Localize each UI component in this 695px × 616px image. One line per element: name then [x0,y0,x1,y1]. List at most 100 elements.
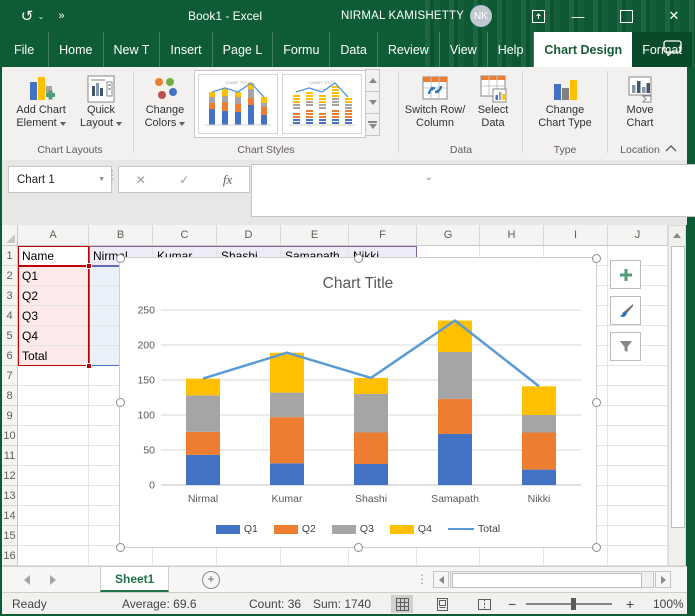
row-header-11[interactable]: 11 [2,446,18,466]
undo-dropdown-icon[interactable]: ⌄ [36,0,46,32]
sheet-nav-right-icon[interactable] [50,575,56,585]
legend-item-Q3[interactable]: Q3 [332,523,374,535]
account-name[interactable]: NIRMAL KAMISHETTY [340,0,465,32]
cell-A11[interactable] [18,446,89,466]
new-sheet-button[interactable]: + [202,571,220,589]
tab-view[interactable]: View [440,32,488,67]
row-header-15[interactable]: 15 [2,526,18,546]
cell-A1[interactable]: Name [18,246,89,266]
cell-A3[interactable]: Q2 [18,286,89,306]
row-header-2[interactable]: 2 [2,266,18,286]
zoom-in-button[interactable]: + [626,593,634,615]
cell-A4[interactable]: Q3 [18,306,89,326]
row-header-6[interactable]: 6 [2,346,18,366]
hscroll-left-icon[interactable] [433,571,449,588]
chart-selection-handle[interactable] [116,543,125,552]
chart-object[interactable]: 050100150200250Chart TitleNirmalKumarSha… [119,257,597,548]
row-header-5[interactable]: 5 [2,326,18,346]
gallery-more-button[interactable] [365,113,380,136]
column-header-G[interactable]: G [417,225,480,246]
tab-chart-design[interactable]: Chart Design [534,32,632,67]
tab-help[interactable]: Help [488,32,535,67]
column-header-F[interactable]: F [349,225,417,246]
hscroll-right-icon[interactable] [655,571,671,588]
chart-selection-handle[interactable] [592,398,601,407]
tab-page-l[interactable]: Page L [213,32,274,67]
row-header-9[interactable]: 9 [2,406,18,426]
name-box-caret-icon[interactable]: ▼ [98,176,105,183]
cell-A5[interactable]: Q4 [18,326,89,346]
row-header-4[interactable]: 4 [2,306,18,326]
status-average[interactable]: Average: 69.6 [122,593,197,615]
tab-file[interactable]: File [0,32,49,67]
cell-A10[interactable] [18,426,89,446]
status-sum[interactable]: Sum: 1740 [313,593,371,615]
tab-review[interactable]: Review [378,32,440,67]
cell-A7[interactable] [18,366,89,386]
chart-filters-button[interactable] [610,332,641,361]
change-colors-button[interactable]: Change Colors [138,70,192,130]
sheet-nav-left-icon[interactable] [24,575,30,585]
insert-function-icon[interactable]: fx [223,172,232,188]
status-count[interactable]: Count: 36 [249,593,301,615]
minimize-button[interactable]: — [564,0,592,32]
chart-selection-handle[interactable] [354,254,363,263]
legend-item-Q1[interactable]: Q1 [216,523,258,535]
horizontal-scroll-thumb[interactable] [452,573,642,588]
name-box[interactable]: Chart 1 ▼ [8,166,112,193]
cell-A12[interactable] [18,466,89,486]
cell-J14[interactable] [608,506,668,526]
cell-A13[interactable] [18,486,89,506]
cancel-icon[interactable]: ✕ [136,173,146,187]
column-header-C[interactable]: C [153,225,217,246]
comments-icon[interactable] [663,40,683,56]
zoom-level[interactable]: 100% [653,593,684,615]
cell-J15[interactable] [608,526,668,546]
move-chart-button[interactable]: Move Chart [612,70,668,130]
avatar[interactable]: NK [470,5,492,27]
change-chart-type-button[interactable]: Change Chart Type [530,70,600,130]
zoom-slider-thumb[interactable] [571,598,576,610]
row-header-16[interactable]: 16 [2,546,18,566]
column-header-D[interactable]: D [217,225,281,246]
undo-icon[interactable]: ↺ [16,0,38,32]
scroll-up-icon[interactable] [669,226,685,244]
cell-J7[interactable] [608,366,668,386]
cell-A2[interactable]: Q1 [18,266,89,286]
cell-A14[interactable] [18,506,89,526]
normal-view-button[interactable] [391,595,413,613]
formula-input[interactable] [251,164,695,217]
cell-A8[interactable] [18,386,89,406]
gallery-scroll-down-button[interactable] [365,91,380,114]
chart-selection-handle[interactable] [592,543,601,552]
sheet-tab-sheet1[interactable]: Sheet1 [100,567,169,592]
column-header-B[interactable]: B [89,225,153,246]
column-header-A[interactable]: A [18,225,89,246]
tab-new-t[interactable]: New T [104,32,161,67]
page-layout-view-button[interactable] [431,595,453,613]
row-header-1[interactable]: 1 [2,246,18,266]
collapse-ribbon-icon[interactable] [663,142,679,154]
row-header-14[interactable]: 14 [2,506,18,526]
vertical-scroll-thumb[interactable] [671,246,685,528]
cell-A16[interactable] [18,546,89,566]
cell-A9[interactable] [18,406,89,426]
vertical-scrollbar[interactable] [668,225,686,566]
formula-bar-expand-icon[interactable]: ⌄ [425,172,433,183]
cell-J8[interactable] [608,386,668,406]
chart-style-1-thumbnail[interactable]: CHART TITLE [198,74,278,134]
range-drag-handle[interactable] [86,363,92,369]
cell-J16[interactable] [608,546,668,566]
maximize-button[interactable] [612,0,640,32]
chart-style-2-thumbnail[interactable]: CHART TITLE [282,74,362,134]
row-header-8[interactable]: 8 [2,386,18,406]
legend-item-Q2[interactable]: Q2 [274,523,316,535]
tab-insert[interactable]: Insert [160,32,212,67]
column-header-H[interactable]: H [480,225,544,246]
row-header-12[interactable]: 12 [2,466,18,486]
column-header-I[interactable]: I [544,225,608,246]
row-header-13[interactable]: 13 [2,486,18,506]
select-all-corner[interactable] [2,225,18,246]
chart-selection-handle[interactable] [354,543,363,552]
gallery-scroll-up-button[interactable] [365,69,380,92]
